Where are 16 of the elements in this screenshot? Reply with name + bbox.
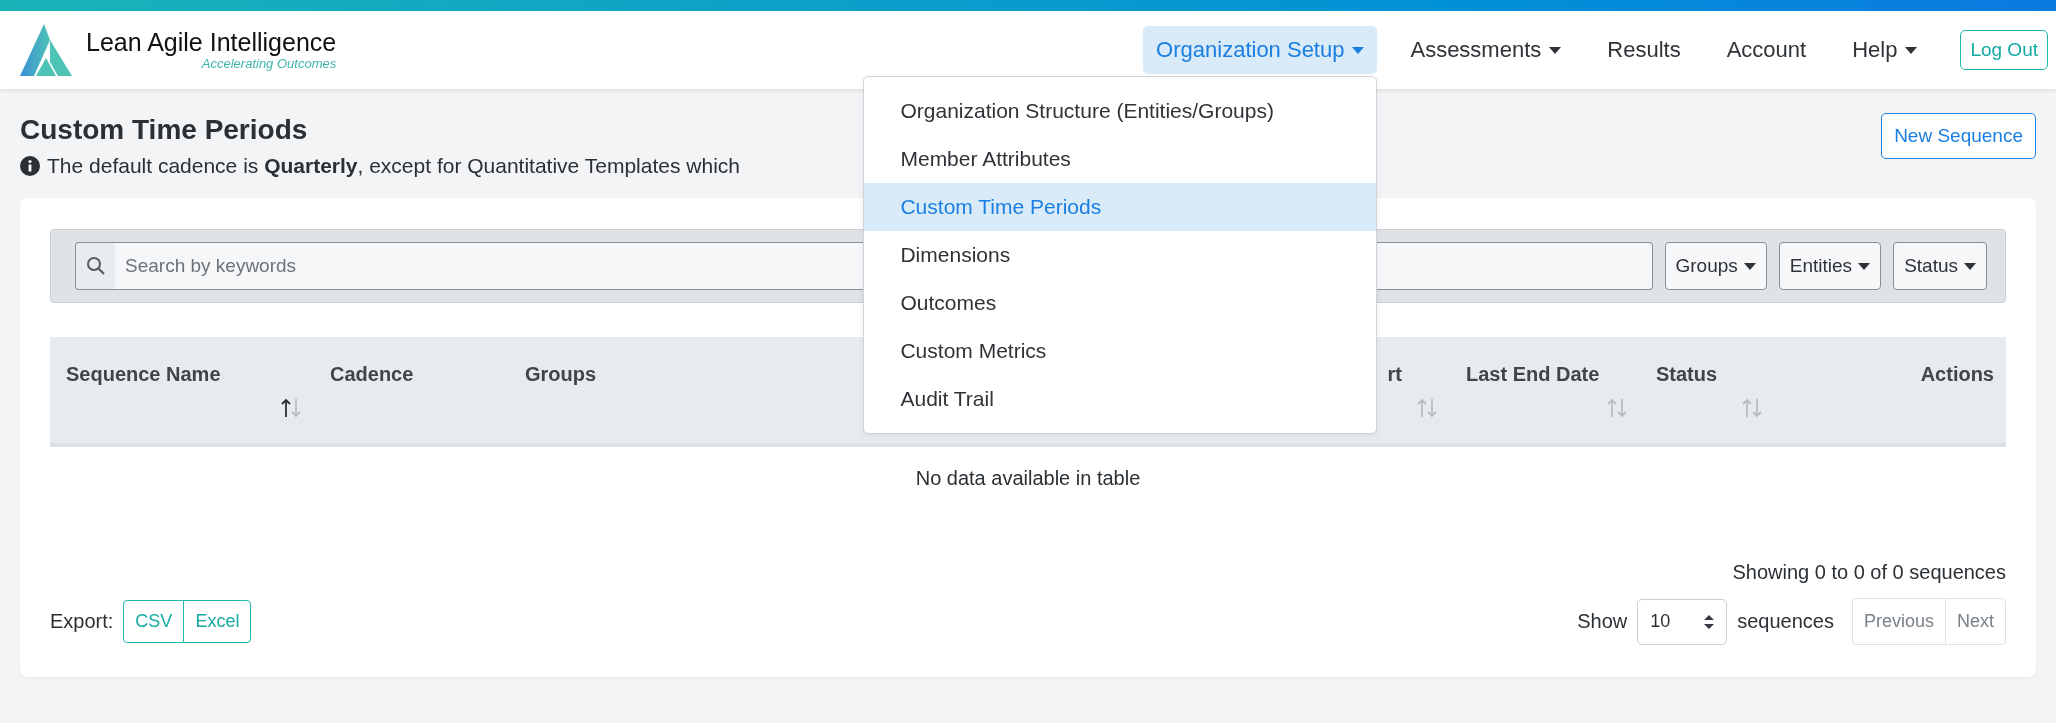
showing-info: Showing 0 to 0 of 0 sequences [1732, 561, 2006, 584]
show-suffix: sequences [1737, 610, 1834, 633]
page-title: Custom Time Periods [20, 114, 309, 146]
column-header: Cadence [330, 362, 414, 387]
column-header: Groups [525, 362, 597, 387]
export-label: Export: [50, 610, 114, 633]
show-label: Show [1577, 610, 1628, 633]
column-header: Actions [1920, 362, 1994, 387]
empty-message: No data available in table [915, 467, 1141, 489]
column-header: Status [1656, 362, 1718, 387]
brand-tagline: Accelerating Outcomes [201, 56, 337, 72]
column-header: Last End Date [1466, 362, 1600, 387]
brand-name: Lean Agile Intelligence [86, 28, 337, 57]
column-header: rt [1387, 362, 1402, 387]
info-text: The default cadence is Quarterly, except for Quantitative Templates which [47, 154, 740, 178]
column-header: Sequence Name [66, 362, 221, 387]
